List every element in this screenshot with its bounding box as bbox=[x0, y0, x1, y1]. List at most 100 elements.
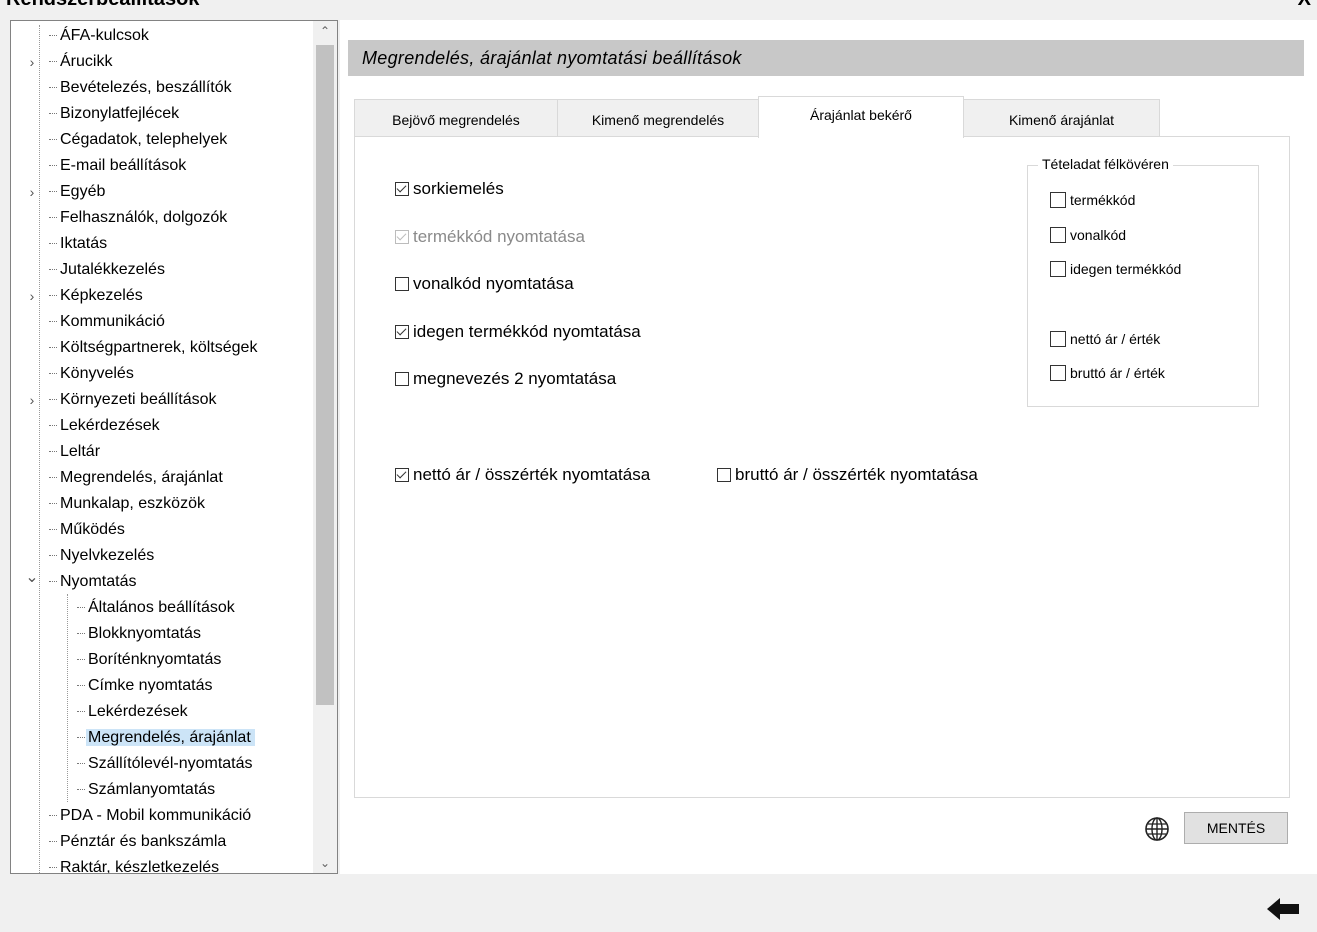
tree-item[interactable]: Jutalékkezelés bbox=[49, 258, 169, 282]
tree-item-label: Lekérdezések bbox=[88, 703, 188, 720]
tree-item[interactable]: Megrendelés, árajánlat bbox=[49, 466, 227, 490]
bold-gross-price[interactable]: bruttó ár / érték bbox=[1050, 365, 1165, 381]
tree-item[interactable]: Pénztár és bankszámla bbox=[49, 830, 230, 854]
tree-item[interactable]: › Egyéb bbox=[30, 180, 109, 204]
tree-connector bbox=[49, 165, 57, 167]
tab-incoming-order[interactable]: Bejövő megrendelés bbox=[354, 99, 558, 137]
tree-item[interactable]: Felhasználók, dolgozók bbox=[49, 206, 231, 230]
tree-connector bbox=[49, 841, 57, 843]
settings-tree[interactable]: ÁFA-kulcsok › Árucikk Bevételezés, beszállí… bbox=[10, 20, 338, 874]
option-print-barcode[interactable]: vonalkód nyomtatása bbox=[395, 274, 574, 294]
tree-item[interactable]: ÁFA-kulcsok bbox=[49, 24, 153, 48]
tree-item-label: Számlanyomtatás bbox=[88, 781, 216, 798]
tree-item-label: Címke nyomtatás bbox=[88, 677, 213, 694]
tree-item[interactable]: › Képkezelés bbox=[30, 284, 147, 308]
tree-guide-line bbox=[67, 594, 68, 802]
tab-quote-request[interactable]: Árajánlat bekérő bbox=[758, 96, 964, 138]
chevron-right-icon[interactable]: › bbox=[25, 50, 39, 74]
tree-item[interactable]: Kommunikáció bbox=[49, 310, 169, 334]
tree-connector bbox=[49, 555, 57, 557]
chevron-down-icon[interactable]: ⌄ bbox=[25, 566, 39, 590]
tree-item[interactable]: Cégadatok, telephelyek bbox=[49, 128, 231, 152]
tree-item[interactable]: › Árucikk bbox=[30, 50, 116, 74]
tree-item[interactable]: Költségpartnerek, költségek bbox=[49, 336, 261, 360]
tree-scrollbar[interactable]: ⌃ ⌄ bbox=[313, 21, 337, 873]
tree-subitem[interactable]: Szállítólevél-nyomtatás bbox=[77, 752, 257, 776]
option-print-product-code: termékkód nyomtatása bbox=[395, 227, 585, 247]
checkbox[interactable] bbox=[395, 325, 409, 339]
checkbox[interactable] bbox=[1050, 192, 1066, 208]
tree-item[interactable]: E-mail beállítások bbox=[49, 154, 190, 178]
tree-item-label: Bevételezés, beszállítók bbox=[60, 79, 232, 96]
tab-outgoing-quote[interactable]: Kimenő árajánlat bbox=[963, 99, 1160, 137]
checkbox[interactable] bbox=[1050, 331, 1066, 347]
tree-item[interactable]: Lekérdezések bbox=[49, 414, 164, 438]
tree-item[interactable]: Nyelvkezelés bbox=[49, 544, 158, 568]
option-row-highlight[interactable]: sorkiemelés bbox=[395, 179, 504, 199]
bold-product-code[interactable]: termékkód bbox=[1050, 192, 1135, 208]
checkbox[interactable] bbox=[1050, 227, 1066, 243]
tree-connector bbox=[49, 503, 57, 505]
tree-item[interactable]: Raktár, készletkezelés bbox=[49, 856, 223, 873]
tree-item-label: Költségpartnerek, költségek bbox=[60, 339, 258, 356]
tree-item[interactable]: Munkalap, eszközök bbox=[49, 492, 209, 516]
tree-item-label: Megrendelés, árajánlat bbox=[60, 469, 223, 486]
bold-net-price[interactable]: nettó ár / érték bbox=[1050, 331, 1160, 347]
tree-item[interactable]: › Környezeti beállítások bbox=[30, 388, 221, 412]
tree-item[interactable]: Iktatás bbox=[49, 232, 111, 256]
tree-connector bbox=[49, 399, 57, 401]
tree-subitem[interactable]: Blokknyomtatás bbox=[77, 622, 205, 646]
tree-connector bbox=[77, 607, 85, 609]
checkbox[interactable] bbox=[717, 468, 731, 482]
chevron-right-icon[interactable]: › bbox=[25, 388, 39, 412]
tree-connector bbox=[49, 373, 57, 375]
tree-item[interactable]: ⌄ Nyomtatás bbox=[25, 569, 140, 594]
bold-foreign-code[interactable]: idegen termékkód bbox=[1050, 261, 1181, 277]
chevron-right-icon[interactable]: › bbox=[25, 180, 39, 204]
tree-connector bbox=[49, 451, 57, 453]
checkbox[interactable] bbox=[395, 182, 409, 196]
tab-outgoing-order[interactable]: Kimenő megrendelés bbox=[557, 99, 759, 137]
checkbox[interactable] bbox=[395, 372, 409, 386]
option-print-foreign-code[interactable]: idegen termékkód nyomtatása bbox=[395, 322, 641, 342]
tree-connector bbox=[49, 321, 57, 323]
tree-subitem[interactable]: Boríténknyomtatás bbox=[77, 648, 225, 672]
scrollbar-thumb[interactable] bbox=[316, 45, 334, 705]
chevron-up-icon[interactable]: ⌃ bbox=[313, 21, 337, 41]
tree-item-label: Környezeti beállítások bbox=[60, 391, 217, 408]
tree-item[interactable]: PDA - Mobil kommunikáció bbox=[49, 804, 255, 828]
tree-connector bbox=[77, 789, 85, 791]
back-arrow-icon[interactable] bbox=[1266, 896, 1300, 922]
option-print-net-price[interactable]: nettó ár / összérték nyomtatása bbox=[395, 465, 650, 485]
globe-icon[interactable] bbox=[1144, 816, 1170, 842]
tree-subitem[interactable]: Általános beállítások bbox=[77, 596, 239, 620]
save-button[interactable]: MENTÉS bbox=[1184, 812, 1288, 844]
tree-subitem[interactable]: Lekérdezések bbox=[77, 700, 192, 724]
tab-content: sorkiemelés termékkód nyomtatása vonalkó… bbox=[354, 136, 1290, 798]
option-print-name2[interactable]: megnevezés 2 nyomtatása bbox=[395, 369, 616, 389]
tree-item-label: Szállítólevél-nyomtatás bbox=[88, 755, 253, 772]
tree-subitem[interactable]: Címke nyomtatás bbox=[77, 674, 216, 698]
tree-item-label: Árucikk bbox=[60, 53, 113, 70]
tree-item[interactable]: Bevételezés, beszállítók bbox=[49, 76, 236, 100]
checkbox[interactable] bbox=[1050, 261, 1066, 277]
checkbox[interactable] bbox=[395, 468, 409, 482]
window-close-fragment[interactable]: X bbox=[1298, 0, 1311, 11]
tree-item[interactable]: Működés bbox=[49, 518, 129, 542]
window-title-fragment: Rendszerbeállítások bbox=[6, 0, 199, 11]
checkbox[interactable] bbox=[1050, 365, 1066, 381]
tree-item-label: Leltár bbox=[60, 443, 101, 460]
chevron-right-icon[interactable]: › bbox=[25, 284, 39, 308]
tree-subitem[interactable]: Megrendelés, árajánlat bbox=[77, 726, 255, 750]
bold-barcode[interactable]: vonalkód bbox=[1050, 227, 1126, 243]
tree-item-label: Bizonylatfejlécek bbox=[60, 105, 180, 122]
tree-item[interactable]: Leltár bbox=[49, 440, 104, 464]
tree-item[interactable]: Bizonylatfejlécek bbox=[49, 102, 183, 126]
chevron-down-icon[interactable]: ⌄ bbox=[313, 853, 337, 873]
tree-connector bbox=[49, 139, 57, 141]
tree-item[interactable]: Könyvelés bbox=[49, 362, 138, 386]
tree-subitem[interactable]: Számlanyomtatás bbox=[77, 778, 219, 802]
checkbox[interactable] bbox=[395, 277, 409, 291]
option-print-gross-price[interactable]: bruttó ár / összérték nyomtatása bbox=[717, 465, 978, 485]
tree-connector bbox=[77, 633, 85, 635]
